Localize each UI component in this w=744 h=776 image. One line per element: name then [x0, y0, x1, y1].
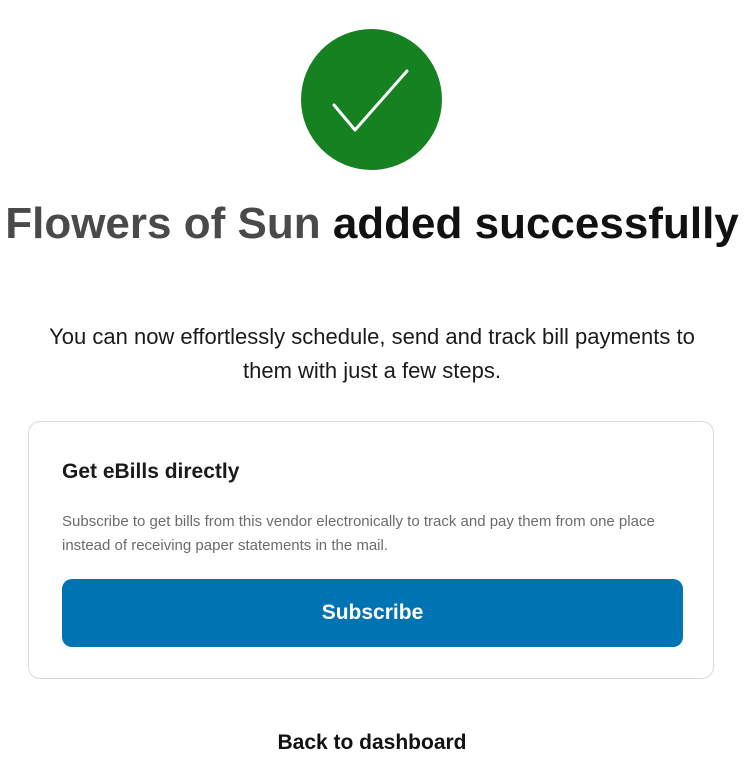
- subscribe-button[interactable]: Subscribe: [62, 579, 683, 647]
- success-status-text: added successfully: [332, 199, 739, 248]
- success-description: You can now effortlessly schedule, send …: [49, 324, 695, 383]
- ebills-card-description: Subscribe to get bills from this vendor …: [62, 513, 655, 554]
- ebills-card: Get eBills directly Subscribe to get bil…: [28, 421, 714, 679]
- back-to-dashboard-link[interactable]: Back to dashboard: [0, 728, 744, 758]
- checkmark-icon: [332, 69, 409, 132]
- success-check-icon: [301, 29, 442, 170]
- ebills-card-title: Get eBills directly: [62, 460, 240, 483]
- vendor-name: Flowers of Sun: [5, 199, 321, 248]
- page-title: Flowers of Sun added successfully: [0, 196, 744, 252]
